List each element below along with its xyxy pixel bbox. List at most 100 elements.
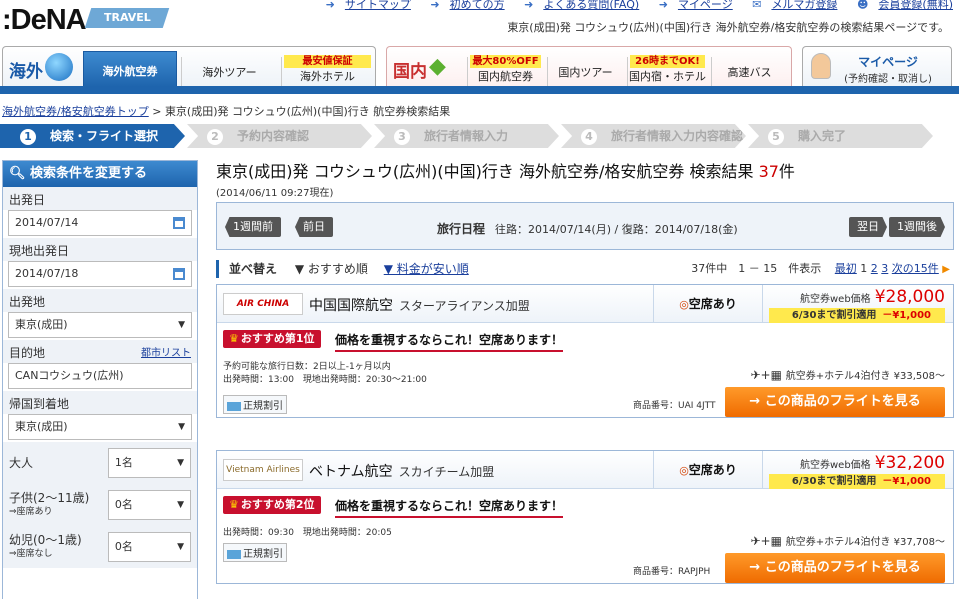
origin-select[interactable]: 東京(成田)	[8, 312, 192, 338]
nav-international: 海外 海外航空券 海外ツアー 最安値保証 海外ホテル	[2, 46, 376, 87]
tab-dom-flights[interactable]: 最大80%OFF 国内航空券	[467, 55, 543, 87]
page-tagline: 東京(成田)発 コウシュウ(広州)(中国)行き 海外航空券/格安航空券の検索結果…	[507, 21, 949, 34]
tab-dom-hotels[interactable]: 26時までOK! 国内宿・ホテル	[627, 55, 707, 87]
price-value: ¥32,200	[874, 453, 945, 473]
step-2: 2 予約内容確認	[187, 124, 372, 148]
pager-first[interactable]: 最初	[835, 262, 857, 275]
date-shift-bar: 1週間前 前日 旅行日程 往路：2014/07/14(月) / 復路：2014/0…	[216, 202, 954, 250]
airline-logo: AIR CHINA	[223, 293, 303, 315]
tab-intl-tours[interactable]: 海外ツアー	[181, 57, 277, 87]
top-link-mypage[interactable]: ➜ マイページ	[651, 0, 733, 11]
breadcrumb-top-link[interactable]: 海外航空券/格安航空券トップ	[2, 105, 149, 118]
infant-select[interactable]: 0名	[107, 532, 191, 562]
dena-logo[interactable]: :DeNA	[2, 4, 87, 37]
return-select[interactable]: 東京(成田)	[8, 414, 192, 440]
seat-status: ◎空席あり	[653, 451, 763, 489]
fare-type: 正規割引	[223, 543, 287, 562]
ret-date-input[interactable]: 2014/07/18	[8, 261, 192, 287]
itinerary: 旅行日程 往路：2014/07/14(月) / 復路：2014/07/18(金)	[437, 222, 738, 236]
step-3: 3 旅行者情報入力	[374, 124, 559, 148]
circle-icon: ◎	[679, 464, 689, 477]
top-link-first[interactable]: ➜ 初めての方	[422, 0, 504, 11]
mypage-title: マイページ	[858, 55, 918, 69]
arrow-icon: ➜	[658, 0, 668, 11]
top-link-register[interactable]: ☻ 会員登録(無料)	[849, 0, 953, 11]
triangle-right-icon: ▶	[942, 264, 950, 275]
adult-row: 大人 1名	[3, 442, 197, 484]
pager: 37件中 1 － 15 件表示 最初 1 2 3 次の15件 ▶	[691, 262, 950, 275]
airline-logo: Vietnam Airlines	[223, 459, 303, 481]
result-card: Vietnam Airlines ベトナム航空 スカイチーム加盟 ◎空席あり 航空…	[216, 450, 954, 584]
calendar-icon[interactable]	[173, 217, 185, 229]
catch-copy: 価格を重視するならこれ！空席あります！	[335, 497, 564, 518]
nav-intl-label: 海外	[9, 62, 43, 82]
airline-name: 中国国際航空 スターアライアンス加盟	[309, 298, 530, 314]
view-flight-button[interactable]: → この商品のフライトを見る	[725, 553, 945, 583]
price-box: 航空券web価格 ¥28,000 6/30まで割引適用 －¥1,000	[769, 287, 945, 323]
sort-price-link[interactable]: ▼ 料金が安い順	[384, 262, 469, 276]
page-title: 東京(成田)発 コウシュウ(広州)(中国)行き 海外航空券/格安航空券 検索結果…	[216, 162, 795, 181]
prev-week-button[interactable]: 1週間前	[225, 217, 281, 237]
adult-select[interactable]: 1名	[107, 448, 191, 478]
ret-date-label: 現地出発日	[3, 238, 197, 261]
origin-label: 出発地	[3, 289, 197, 312]
infant-row: 幼児(0～1歳) ⇒座席なし 0名	[3, 526, 197, 568]
crown-icon: ♛	[229, 332, 239, 345]
step-5: 5 購入完了	[748, 124, 933, 148]
japan-map-icon: ◆	[429, 54, 446, 79]
top-link-mail[interactable]: ✉ メルマガ登録	[744, 0, 837, 11]
city-list-link[interactable]: 都市リスト	[141, 344, 191, 359]
result-card: AIR CHINA 中国国際航空 スターアライアンス加盟 ◎空席あり 航空券web…	[216, 284, 954, 418]
search-icon: 🔍︎	[9, 166, 31, 181]
nav-domestic: 国内 ◆ 最大80%OFF 国内航空券 国内ツアー 26時までOK! 国内宿・ホテル…	[386, 46, 792, 87]
child-select[interactable]: 0名	[107, 490, 191, 520]
product-code: 商品番号：RAPJPH	[633, 567, 711, 577]
nav-dom-label: 国内	[393, 62, 427, 82]
nav-mypage[interactable]: マイページ (予約確認・取消し)	[802, 46, 952, 86]
calendar-icon[interactable]	[173, 268, 185, 280]
plane-hotel-icon: ✈+▦	[750, 534, 786, 548]
top-link-faq[interactable]: ➜ よくある質問(FAQ)	[516, 0, 639, 11]
prev-day-button[interactable]: 前日	[295, 217, 333, 237]
airline-name: ベトナム航空 スカイチーム加盟	[309, 464, 495, 480]
seat-status: ◎空席あり	[653, 285, 763, 323]
badge-26h: 26時までOK!	[630, 55, 705, 68]
sort-label: 並べ替え	[229, 262, 278, 276]
pager-2[interactable]: 2	[871, 262, 878, 275]
view-flight-button[interactable]: → この商品のフライトを見る	[725, 387, 945, 417]
nav-underline	[0, 86, 959, 94]
catch-copy: 価格を重視するならこれ！空席あります！	[335, 331, 564, 352]
price-box: 航空券web価格 ¥32,200 6/30まで割引適用 －¥1,000	[769, 453, 945, 489]
tab-intl-flights[interactable]: 海外航空券	[83, 51, 177, 87]
tab-intl-hotels[interactable]: 最安値保証 海外ホテル	[281, 55, 373, 87]
flight-info: 出発時間：09:30 現地出発時間：20:05	[223, 528, 392, 538]
pager-1: 1	[860, 262, 868, 275]
breadcrumb: 海外航空券/格安航空券トップ > 東京(成田)発 コウシュウ(広州)(中国)行き…	[2, 103, 450, 119]
pager-3[interactable]: 3	[881, 262, 888, 275]
globe-icon	[45, 53, 73, 81]
person-icon: ☻	[856, 0, 869, 11]
arrow-icon: ➜	[524, 0, 534, 11]
tab-dom-bus[interactable]: 高速バス	[711, 57, 787, 87]
top-link-sitemap[interactable]: ➜ サイトマップ	[318, 0, 411, 11]
rank-badge: ♛ おすすめ第2位	[223, 496, 321, 514]
badge-best-price: 最安値保証	[284, 55, 371, 68]
crown-icon: ♛	[229, 498, 239, 511]
return-label: 帰国到着地	[3, 391, 197, 414]
results-main: 東京(成田)発 コウシュウ(広州)(中国)行き 海外航空券/格安航空券 検索結果…	[216, 158, 954, 584]
step-4: 4 旅行者情報入力内容確認	[561, 124, 746, 148]
child-row: 子供(2～11歳) ⇒座席あり 0名	[3, 484, 197, 526]
arrow-icon: ➜	[325, 0, 335, 11]
hotel-package[interactable]: ✈+▦ 航空券+ホテル4泊付き ¥37,708～	[750, 533, 945, 548]
sort-recommended: ▼ おすすめ順	[294, 262, 368, 276]
pager-next[interactable]: 次の15件	[892, 262, 939, 275]
dep-date-input[interactable]: 2014/07/14	[8, 210, 192, 236]
next-day-button[interactable]: 翌日	[849, 217, 887, 237]
ticket-icon	[227, 549, 241, 559]
dest-input[interactable]: CANコウシュウ(広州)	[8, 363, 192, 389]
next-week-button[interactable]: 1週間後	[889, 217, 945, 237]
top-links: ➜ サイトマップ ➜ 初めての方 ➜ よくある質問(FAQ) ➜ マイページ ✉ メルマガ…	[310, 0, 953, 12]
hotel-package[interactable]: ✈+▦ 航空券+ホテル4泊付き ¥33,508～	[750, 367, 945, 382]
search-sidebar: 🔍︎ 検索条件を変更する 出発日 2014/07/14 現地出発日 2014/0…	[2, 160, 198, 599]
tab-dom-tours[interactable]: 国内ツアー	[547, 57, 623, 87]
